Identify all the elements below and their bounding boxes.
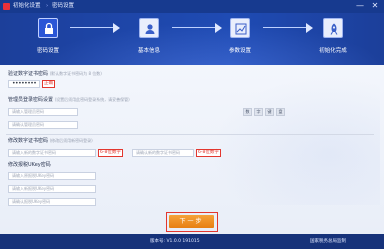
- new-ukey-password-input[interactable]: 请输入新报税UKey密码: [8, 185, 96, 193]
- step-arrow: [70, 22, 120, 34]
- minimize-button[interactable]: —: [355, 0, 365, 13]
- next-button-highlight: 下一步: [166, 212, 218, 232]
- title-separator: ›: [46, 3, 49, 9]
- ukey-section-title: 修改报税UKey密码: [8, 162, 51, 168]
- step-label: 密码设置: [36, 48, 59, 54]
- step-basic-info: 基本信息: [119, 18, 179, 62]
- password-status-tag: 正确: [42, 80, 55, 88]
- section-divider: [6, 134, 374, 135]
- app-logo-icon: [3, 3, 10, 10]
- user-icon: [139, 18, 159, 38]
- cert-length-tag: 6-8位数字: [98, 149, 123, 157]
- admin-password-confirm-input[interactable]: 请确认管理员密码: [8, 121, 78, 129]
- section-hint: (修改后须用新密码登录): [49, 138, 93, 143]
- footer-bar: 版本号: V1.0.0 191015 国家税务总局监制: [0, 234, 384, 249]
- new-cert-password-input[interactable]: 请输入新的数字证书密码: [8, 149, 96, 157]
- admin-password-section-title: 管理员登录密码设置 (设置后须用此密码登录系统，请妥善保管): [8, 96, 130, 103]
- step-label: 参数设置: [228, 48, 251, 54]
- step-init-complete: 初始化完成: [303, 18, 363, 62]
- modify-cert-section-title: 修改数字证书密码 (修改后须用新密码登录): [8, 137, 93, 144]
- section-hint: (默认数字证书密码为 8 位数): [49, 71, 102, 76]
- step-parameter-settings: 参数设置: [210, 18, 270, 62]
- lock-icon: [38, 18, 58, 38]
- next-button[interactable]: 下一步: [169, 215, 214, 228]
- cert-password-section-title: 验证数字证书密码 (默认数字证书密码为 8 位数): [8, 70, 102, 77]
- section-title-text: 验证数字证书密码: [8, 71, 49, 77]
- confirm-ukey-password-input[interactable]: 请确认报税UKey密码: [8, 198, 96, 206]
- step-label: 初始化完成: [319, 48, 347, 54]
- background-watermark: [210, 75, 380, 205]
- settings-chart-icon: [230, 18, 250, 38]
- cert-password-input[interactable]: ••••••••: [8, 80, 40, 88]
- supervisor-text: 国家税务总局监制: [310, 239, 346, 244]
- old-ukey-password-input[interactable]: 请输入原报税UKey密码: [8, 172, 96, 180]
- step-label: 基本信息: [137, 48, 160, 54]
- window-title: 初始化设置: [13, 3, 41, 9]
- wizard-steps-header: 密码设置 基本信息 参数设置 初始化完成: [0, 13, 384, 65]
- section-title-text: 管理员登录密码设置: [8, 97, 54, 103]
- title-bar: 初始化设置 › 密码设置 — ✕: [0, 0, 384, 13]
- keypad-key[interactable]: 盘: [276, 108, 285, 116]
- close-button[interactable]: ✕: [370, 0, 380, 13]
- section-hint: (设置后须用此密码登录系统，请妥善保管): [54, 97, 130, 102]
- keypad-key[interactable]: 键: [265, 108, 274, 116]
- admin-password-input[interactable]: 请输入管理员密码: [8, 108, 78, 116]
- form-panel: 验证数字证书密码 (默认数字证书密码为 8 位数) •••••••• 正确 管理…: [0, 65, 384, 234]
- window-subtitle: 密码设置: [52, 3, 75, 9]
- keypad-key[interactable]: 字: [254, 108, 263, 116]
- confirm-cert-password-input[interactable]: 请确认新的数字证书密码: [132, 149, 194, 157]
- rocket-icon: [323, 18, 343, 38]
- version-text: 版本号: V1.0.0 191015: [150, 239, 200, 244]
- cert-length-tag: 6-8位数字: [196, 149, 221, 157]
- step-password-setup: 密码设置: [18, 18, 78, 62]
- section-title-text: 修改数字证书密码: [8, 138, 49, 144]
- keypad-key[interactable]: 数: [243, 108, 252, 116]
